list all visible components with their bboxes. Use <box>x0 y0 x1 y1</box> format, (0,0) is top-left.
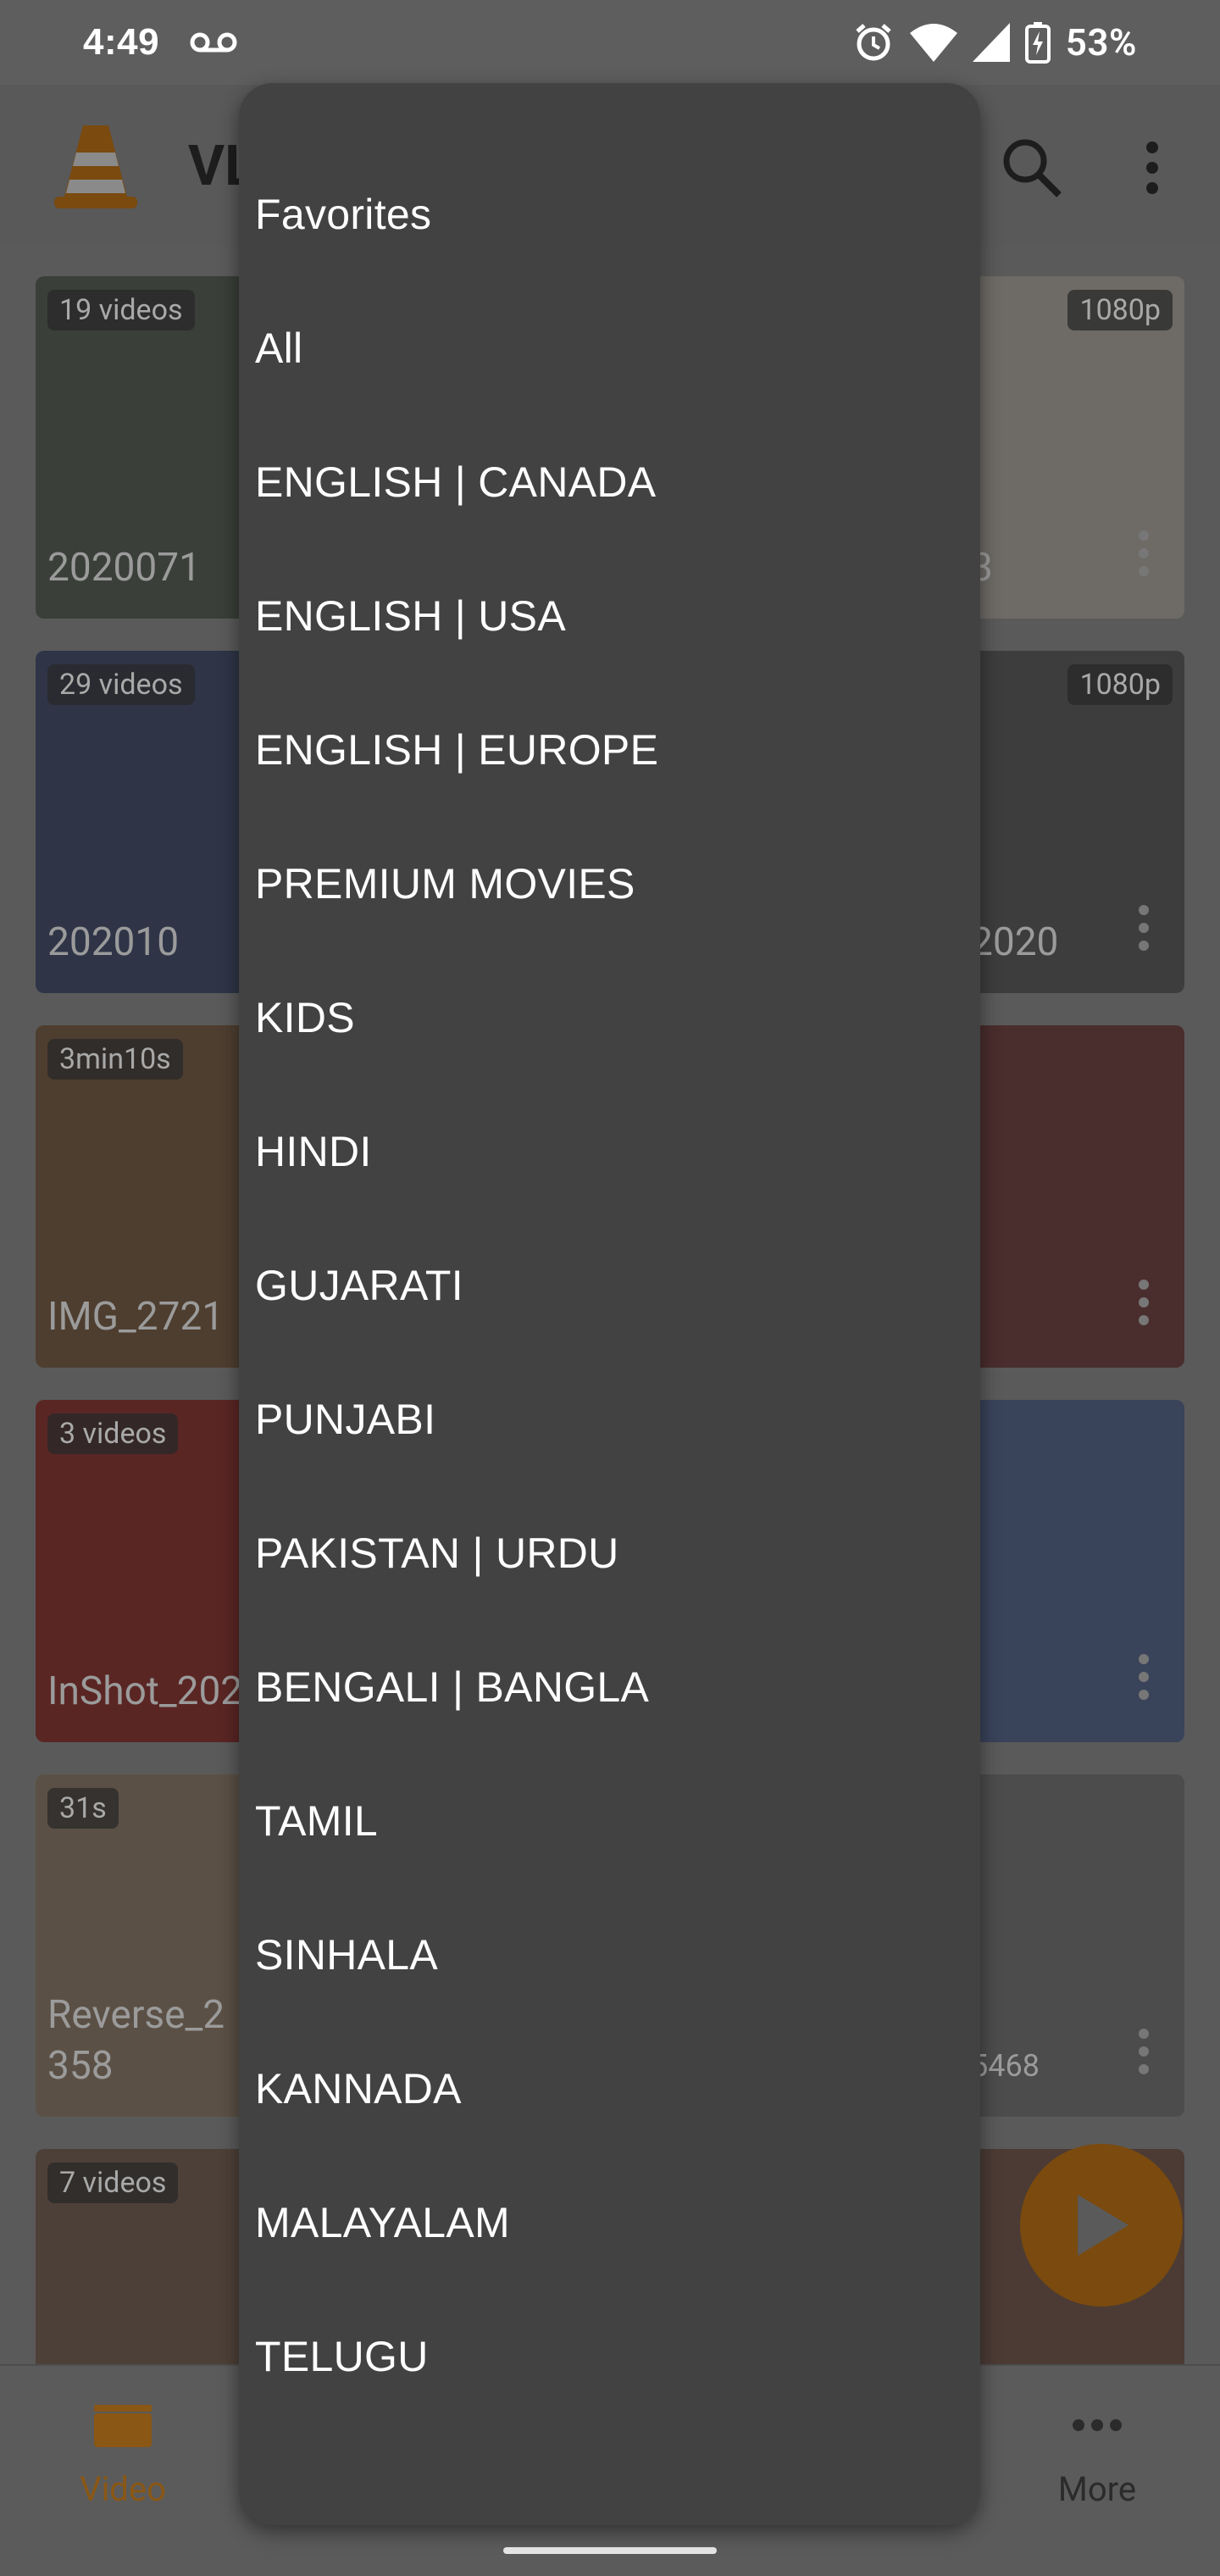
tile-badge: 1080p <box>1068 664 1173 705</box>
tile-more-icon[interactable] <box>1137 1654 1151 1705</box>
tile-caption: InShot_202 <box>47 1668 243 1714</box>
menu-item-english-usa[interactable]: ENGLISH | USA <box>239 549 980 683</box>
menu-item-telugu[interactable]: TELUGU <box>239 2290 980 2423</box>
menu-item-premium-movies[interactable]: PREMIUM MOVIES <box>239 817 980 951</box>
tile-badge: 1080p <box>1068 290 1173 330</box>
menu-item-all[interactable]: All <box>239 281 980 415</box>
tile-caption: IMG_2721 <box>47 1294 225 1340</box>
menu-item-malayalam[interactable]: MALAYALAM <box>239 2156 980 2290</box>
overflow-menu-icon[interactable] <box>1127 134 1178 202</box>
tile-badge: 29 videos <box>47 664 195 705</box>
tile-more-icon[interactable] <box>1137 1280 1151 1330</box>
tile-caption: 2020 <box>971 919 1059 965</box>
battery-percentage: 53% <box>1065 20 1137 64</box>
play-fab-button[interactable] <box>1020 2144 1183 2307</box>
wifi-icon <box>909 24 957 62</box>
tile-badge: 3min10s <box>47 1039 183 1080</box>
alarm-icon <box>856 24 891 61</box>
tile-caption: Reverse_2 358 <box>47 1992 225 2089</box>
menu-item-pakistan-urdu[interactable]: PAKISTAN | URDU <box>239 1486 980 1620</box>
menu-item-bengali-bangla[interactable]: BENGALI | BANGLA <box>239 1620 980 1754</box>
menu-item-gujarati[interactable]: GUJARATI <box>239 1219 980 1352</box>
tile-badge: 19 videos <box>47 290 195 330</box>
category-dropdown-menu: Favorites All ENGLISH | CANADA ENGLISH |… <box>239 83 980 2525</box>
tile-badge: 3 videos <box>47 1413 179 1454</box>
vlc-logo <box>54 125 137 208</box>
menu-item-english-canada[interactable]: ENGLISH | CANADA <box>239 415 980 549</box>
tile-caption: 2020071 <box>47 545 201 591</box>
menu-item-kannada[interactable]: KANNADA <box>239 2022 980 2156</box>
menu-item-hindi[interactable]: HINDI <box>239 1085 980 1219</box>
gesture-handle[interactable] <box>503 2547 717 2554</box>
tile-badge: 31s <box>47 1788 119 1829</box>
more-horizontal-icon <box>1073 2419 1122 2431</box>
tile-more-icon[interactable] <box>1137 2029 1151 2079</box>
tile-more-icon[interactable] <box>1137 530 1151 581</box>
battery-charging-icon <box>1024 22 1051 64</box>
menu-item-favorites[interactable]: Favorites <box>239 147 980 281</box>
tile-caption: 5468 <box>971 2048 1040 2084</box>
tile-more-icon[interactable] <box>1137 905 1151 956</box>
menu-scroll-edge <box>239 2473 980 2525</box>
nav-item-label: Video <box>80 2469 166 2509</box>
menu-item-sinhala[interactable]: SINHALA <box>239 1888 980 2022</box>
play-icon <box>1078 2195 1128 2256</box>
nav-item-more[interactable]: More <box>1034 2401 1161 2509</box>
video-clapper-icon <box>94 2405 152 2447</box>
cell-signal-icon <box>972 23 1010 62</box>
nav-item-video[interactable]: Video <box>59 2401 186 2509</box>
tile-caption: 202010 <box>47 919 180 965</box>
tile-badge: 7 videos <box>47 2162 179 2203</box>
status-icons: 53% <box>852 20 1137 64</box>
status-bar: 4:49 53% <box>0 0 1220 85</box>
menu-item-punjabi[interactable]: PUNJABI <box>239 1352 980 1486</box>
menu-item-english-europe[interactable]: ENGLISH | EUROPE <box>239 683 980 817</box>
voicemail-icon <box>190 32 237 53</box>
status-time: 4:49 <box>83 21 160 63</box>
menu-item-tamil[interactable]: TAMIL <box>239 1754 980 1888</box>
nav-item-label: More <box>1057 2469 1137 2509</box>
menu-item-kids[interactable]: KIDS <box>239 951 980 1085</box>
search-icon[interactable] <box>998 134 1066 202</box>
